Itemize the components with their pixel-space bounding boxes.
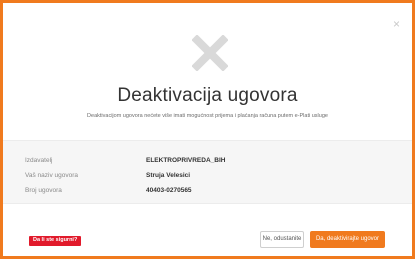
detail-row-contract-name: Vaš naziv ugovora Struja Velesici	[3, 172, 412, 184]
detail-row-issuer: Izdavatelj ELEKTROPRIVREDA_BIH	[3, 157, 412, 169]
detail-label: Izdavatelj	[25, 157, 53, 164]
detail-label: Vaš naziv ugovora	[25, 172, 78, 179]
detail-label: Broj ugovora	[25, 187, 62, 194]
detail-value: ELEKTROPRIVREDA_BIH	[146, 157, 226, 164]
confirm-deactivate-button[interactable]: Da, deaktivirajte ugovor	[310, 231, 385, 248]
deactivation-dialog: × Deaktivacija ugovora Deaktivacijom ugo…	[0, 0, 415, 259]
cancel-button[interactable]: Ne, odustanite	[260, 231, 304, 248]
dialog-subtitle: Deaktivacijom ugovora nećete više imati …	[87, 113, 328, 119]
close-icon[interactable]: ×	[393, 18, 400, 30]
detail-value: Struja Velesici	[146, 172, 191, 179]
detail-row-contract-number: Broj ugovora 40403-0270565	[3, 187, 412, 199]
x-mark-icon	[192, 35, 228, 71]
dialog-title: Deaktivacija ugovora	[117, 85, 298, 106]
contract-details: Izdavatelj ELEKTROPRIVREDA_BIH Vaš naziv…	[3, 140, 412, 204]
detail-value: 40403-0270565	[146, 187, 192, 194]
warning-badge: Da li ste sigurni?	[29, 236, 82, 246]
